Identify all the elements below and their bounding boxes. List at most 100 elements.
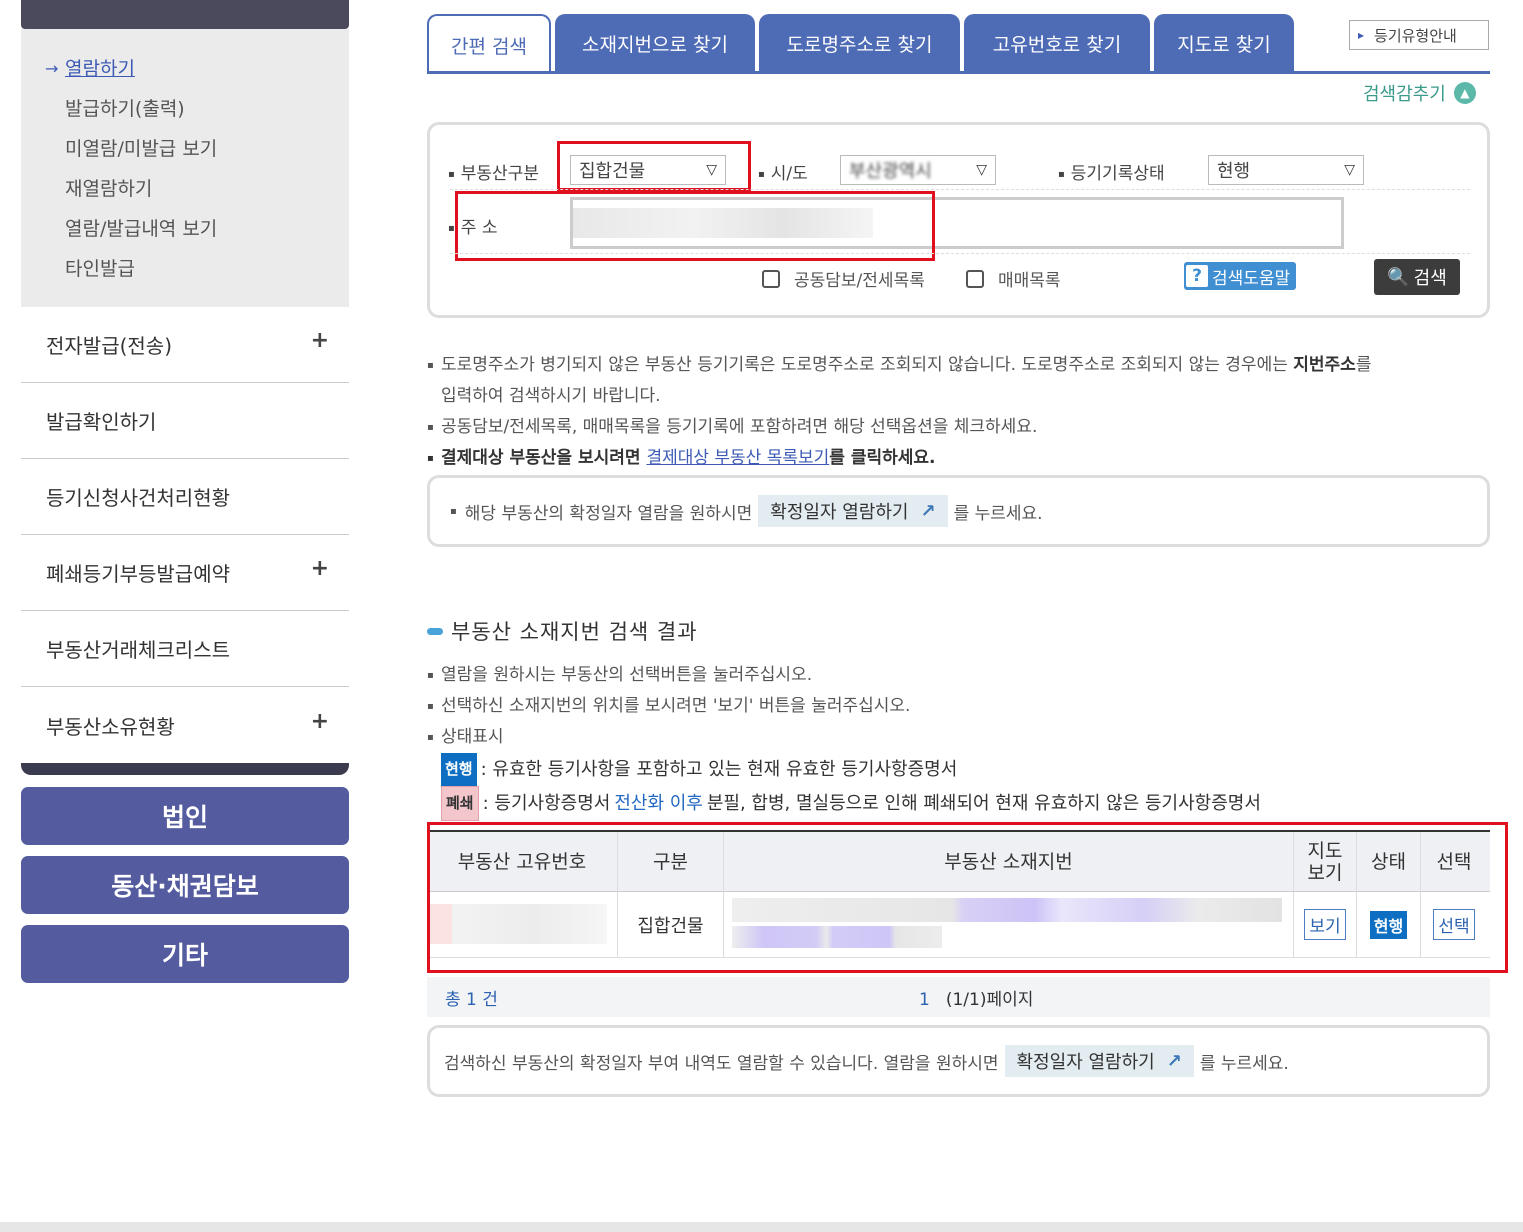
checkbox-box[interactable] <box>762 269 780 288</box>
status-legend-closed: 폐쇄: 등기사항증명서 전산화 이후 분필, 합병, 멸실등으로 인해 폐쇄되어… <box>427 786 1261 821</box>
sidebar-item-label: 부동산거래체크리스트 <box>46 638 230 662</box>
joint-collateral-checkbox[interactable]: 공동담보/전세목록 <box>762 266 925 291</box>
highlight-box-result <box>427 822 1508 973</box>
tab-underline <box>427 71 1490 74</box>
chip-label: 확정일자 열람하기 <box>770 502 909 523</box>
sidebar-item-electronic[interactable]: 전자발급(전송) + <box>21 307 349 383</box>
page-indicator: 1 (1/1)페이지 <box>919 985 1033 1010</box>
result-section-title: 부동산 소재지번 검색 결과 <box>427 616 698 646</box>
sidebar-item-ownership[interactable]: 부동산소유현황 + <box>21 687 349 763</box>
result-notes: 열람을 원하시는 부동산의 선택버튼을 눌러주십시오. 선택하신 소재지번의 위… <box>427 660 1261 821</box>
external-link-icon: ↗ <box>920 500 936 522</box>
search-notes: 도로명주소가 병기되지 않은 부동산 등기기록은 도로명주소로 조회되지 않습니… <box>427 350 1490 474</box>
page-info: (1/1)페이지 <box>945 990 1034 1010</box>
status-text: : 등기사항증명서 <box>482 793 611 814</box>
status-legend-current: 현행: 유효한 등기사항을 포함하고 있는 현재 유효한 등기사항증명서 <box>427 753 1261 786</box>
note-text: 를 <box>1355 355 1372 375</box>
checkbox-box[interactable] <box>966 269 984 288</box>
sales-list-checkbox[interactable]: 매매목록 <box>966 266 1061 291</box>
tab-lot-search[interactable]: 소재지번으로 찾기 <box>555 14 755 73</box>
note-options: 공동담보/전세목록, 매매목록을 등기기록에 포함하려면 해당 선택옵션을 체크… <box>427 412 1490 443</box>
sidebar: → 열람하기 발급하기(출력) 미열람/미발급 보기 재열람하기 열람/발급내역 … <box>21 0 349 994</box>
title-text: 부동산 소재지번 검색 결과 <box>451 620 698 644</box>
search-tabs: 간편 검색 소재지번으로 찾기 도로명주소로 찾기 고유번호로 찾기 지도로 찾… <box>427 14 1298 74</box>
city-label: 시/도 <box>758 159 808 184</box>
sidebar-top-bar <box>21 0 349 29</box>
search-form: 부동산구분 집합건물▽ 시/도 부산광역시▽ 등기기록상태 현행▽ 주 소 공동… <box>427 122 1490 318</box>
note-payment: 결제대상 부동산을 보시려면 결제대상 부동산 목록보기를 클릭하세요. <box>427 443 1490 474</box>
chevron-up-icon: ▲ <box>1453 82 1476 104</box>
plus-icon[interactable]: + <box>311 556 329 581</box>
select-value: 현행 <box>1217 161 1251 182</box>
city-select[interactable]: 부산광역시 ▽ <box>840 155 996 185</box>
sidebar-item-confirm[interactable]: 발급확인하기 <box>21 383 349 459</box>
info-text: 검색하신 부동산의 확정일자 부여 내역도 열람할 수 있습니다. 열람을 원하… <box>444 1053 999 1074</box>
sidebar-item-checklist[interactable]: 부동산거래체크리스트 <box>21 611 349 687</box>
result-note: 열람을 원하시는 부동산의 선택버튼을 눌러주십시오. <box>427 660 1261 691</box>
property-type-label: 부동산구분 <box>448 159 539 184</box>
status-text: 분필, 합병, 멸실등으로 인해 폐쇄되어 현재 유효하지 않은 등기사항증명서 <box>706 793 1261 814</box>
registry-guide-button[interactable]: ▸ 등기유형안내 <box>1349 20 1489 50</box>
corporation-button[interactable]: 법인 <box>21 787 349 845</box>
select-value: 부산광역시 <box>849 161 932 182</box>
sidebar-item-label: 폐쇄등기부등발급예약 <box>46 562 230 586</box>
note-text: 입력하여 검색하시기 바랍니다. <box>441 386 661 406</box>
info-text: 해당 부동산의 확정일자 열람을 원하시면 <box>464 503 753 524</box>
confirm-date-view-button-2[interactable]: 확정일자 열람하기 ↗ <box>1004 1045 1194 1077</box>
tab-map-search[interactable]: 지도로 찾기 <box>1154 14 1294 73</box>
submenu-history[interactable]: 열람/발급내역 보기 <box>45 209 349 249</box>
chevron-down-icon: ▽ <box>1344 162 1355 178</box>
chevron-right-icon: ▸ <box>1358 28 1365 42</box>
confirm-date-history-info: 검색하신 부동산의 확정일자 부여 내역도 열람할 수 있습니다. 열람을 원하… <box>427 1025 1490 1097</box>
submenu-others[interactable]: 타인발급 <box>45 249 349 289</box>
chevron-down-icon: ▽ <box>976 162 987 178</box>
checkbox-label: 매매목록 <box>998 271 1061 291</box>
search-button[interactable]: 🔍 검색 <box>1374 259 1460 295</box>
sidebar-bottom-bar <box>21 763 349 775</box>
pagination: 총 1 건 1 (1/1)페이지 <box>427 977 1490 1017</box>
note-bold: 지번주소 <box>1293 355 1356 375</box>
sidebar-item-label: 발급확인하기 <box>46 410 157 434</box>
plus-icon[interactable]: + <box>311 709 329 734</box>
highlight-box-address <box>455 191 935 261</box>
sidebar-submenu: → 열람하기 발급하기(출력) 미열람/미발급 보기 재열람하기 열람/발급내역 … <box>21 29 349 307</box>
status-badge: 현행 <box>441 753 477 786</box>
movable-collateral-button[interactable]: 동산·채권담보 <box>21 856 349 914</box>
sidebar-item-label: 등기신청사건처리현황 <box>46 486 230 510</box>
highlight-box-type <box>557 141 751 191</box>
help-label: 검색도움말 <box>1212 268 1291 289</box>
payment-list-link[interactable]: 결제대상 부동산 목록보기 <box>646 448 829 468</box>
hide-search-toggle[interactable]: 검색감추기 ▲ <box>1363 80 1476 106</box>
record-status-select[interactable]: 현행 ▽ <box>1208 155 1364 185</box>
submenu-unviewed[interactable]: 미열람/미발급 보기 <box>45 129 349 169</box>
title-marker-icon <box>427 627 443 635</box>
submenu-issue[interactable]: 발급하기(출력) <box>45 89 349 129</box>
status-text: : 유효한 등기사항을 포함하고 있는 현재 유효한 등기사항증명서 <box>480 759 958 780</box>
external-link-icon: ↗ <box>1166 1050 1182 1072</box>
submenu-label: 열람하기 <box>65 58 135 80</box>
sidebar-item-label: 전자발급(전송) <box>46 334 173 358</box>
note-road-address: 도로명주소가 병기되지 않은 부동산 등기기록은 도로명주소로 조회되지 않습니… <box>427 350 1490 412</box>
other-button[interactable]: 기타 <box>21 925 349 983</box>
info-text: 를 누르세요. <box>953 503 1043 524</box>
confirm-date-view-button[interactable]: 확정일자 열람하기 ↗ <box>758 495 948 527</box>
search-label: 검색 <box>1413 268 1447 289</box>
plus-icon[interactable]: + <box>311 328 329 353</box>
sidebar-item-case-status[interactable]: 등기신청사건처리현황 <box>21 459 349 535</box>
hide-search-label: 검색감추기 <box>1363 84 1446 105</box>
submenu-view[interactable]: → 열람하기 <box>45 49 349 89</box>
tab-simple-search[interactable]: 간편 검색 <box>427 14 551 74</box>
submenu-review[interactable]: 재열람하기 <box>45 169 349 209</box>
result-note: 선택하신 소재지번의 위치를 보시려면 '보기' 버튼을 눌러주십시오. <box>427 691 1261 722</box>
sidebar-item-closed-reserve[interactable]: 폐쇄등기부등발급예약 + <box>21 535 349 611</box>
note-text: 결제대상 부동산을 보시려면 <box>441 448 647 468</box>
tab-road-search[interactable]: 도로명주소로 찾기 <box>759 14 960 73</box>
status-text-blue: 전산화 이후 <box>614 793 703 814</box>
page-number[interactable]: 1 <box>919 990 930 1010</box>
search-help-button[interactable]: ? 검색도움말 <box>1184 262 1297 290</box>
result-note: 상태표시 <box>427 722 1261 753</box>
divider <box>450 253 1470 254</box>
magnifier-icon: 🔍 <box>1387 266 1410 288</box>
sidebar-item-label: 부동산소유현황 <box>46 714 175 739</box>
tab-unique-number[interactable]: 고유번호로 찾기 <box>964 14 1150 73</box>
